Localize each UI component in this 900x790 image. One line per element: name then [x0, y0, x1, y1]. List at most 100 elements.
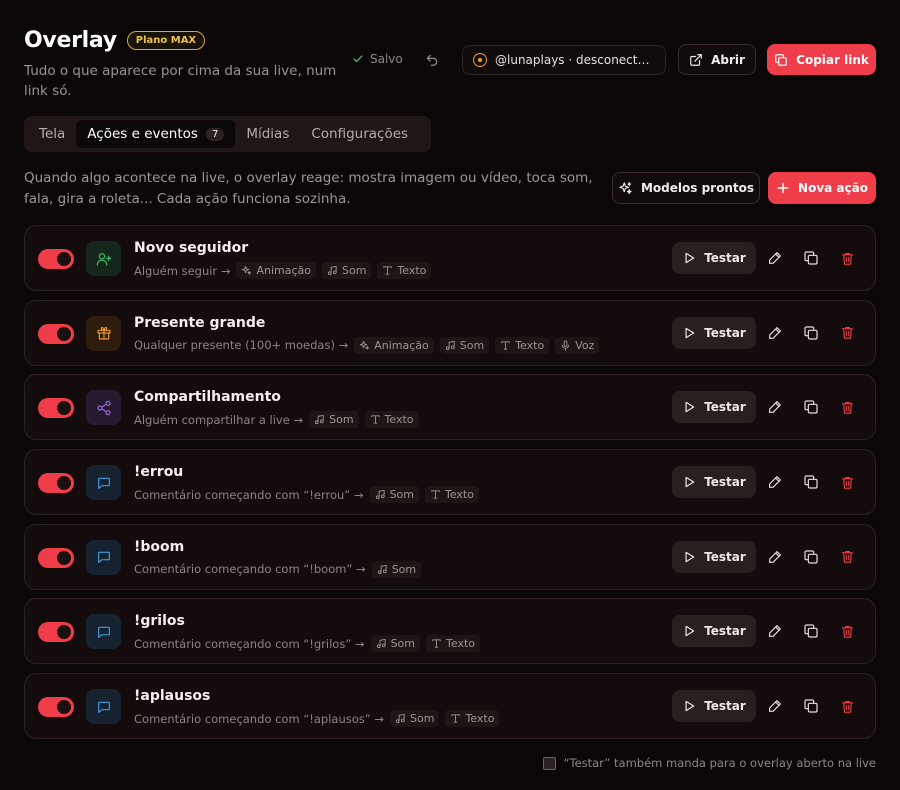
enable-toggle[interactable]: [38, 697, 74, 718]
play-icon: [682, 699, 696, 713]
duplicate-button[interactable]: [801, 472, 821, 492]
edit-button[interactable]: [765, 621, 785, 641]
duplicate-button[interactable]: [801, 547, 821, 567]
trash-icon: [840, 400, 855, 415]
tab-count-badge: 7: [205, 127, 225, 141]
test-option-label: “Testar” também manda para o overlay abe…: [563, 756, 876, 770]
enable-toggle[interactable]: [38, 323, 74, 344]
test-label: Testar: [704, 325, 746, 340]
enable-toggle[interactable]: [38, 622, 74, 643]
tab-label: Mídias: [246, 126, 290, 142]
tab-tela[interactable]: Tela: [28, 120, 76, 148]
copy-icon: [803, 623, 819, 639]
output-chip: Som: [390, 710, 440, 728]
delete-button[interactable]: [837, 472, 857, 492]
test-button[interactable]: Testar: [672, 391, 756, 424]
output-chip: Animação: [354, 336, 434, 354]
duplicate-button[interactable]: [801, 397, 821, 417]
action-trigger-row: Comentário começando com “!grilos” → Som…: [134, 635, 480, 653]
new-action-button[interactable]: Nova ação: [768, 172, 876, 204]
undo-button[interactable]: [422, 50, 442, 70]
output-chip: Som: [309, 411, 359, 429]
templates-button[interactable]: Modelos prontos: [612, 172, 760, 204]
output-chip: Som: [369, 486, 419, 504]
action-title: !boom: [134, 538, 185, 555]
music-icon: [376, 638, 387, 649]
intro-text: Quando algo acontece na live, o overlay …: [24, 170, 593, 207]
edit-button[interactable]: [765, 472, 785, 492]
edit-button[interactable]: [765, 547, 785, 567]
tab-label: Tela: [39, 126, 66, 142]
output-chip: Som: [370, 635, 421, 653]
test-button[interactable]: Testar: [672, 316, 756, 349]
action-card: !errou Comentário começando com “!errou”…: [24, 449, 876, 516]
action-title: !grilos: [134, 613, 185, 630]
copy-icon: [803, 474, 819, 490]
enable-toggle[interactable]: [38, 398, 74, 419]
connection-status[interactable]: @lunaplays · desconectado: [462, 45, 666, 75]
enable-toggle[interactable]: [38, 473, 74, 494]
action-card: Compartilhamento Alguém compartilhar a l…: [24, 374, 876, 441]
duplicate-button[interactable]: [801, 621, 821, 641]
edit-button[interactable]: [765, 696, 785, 716]
delete-button[interactable]: [837, 696, 857, 716]
test-label: Testar: [704, 549, 746, 564]
enable-toggle[interactable]: [38, 547, 74, 568]
trash-icon: [840, 475, 855, 490]
open-button[interactable]: Abrir: [678, 44, 756, 75]
trash-icon: [840, 624, 855, 639]
test-button[interactable]: Testar: [672, 242, 756, 274]
tab-acoes-eventos[interactable]: Ações e eventos 7: [76, 120, 236, 148]
play-icon: [682, 326, 696, 340]
test-label: Testar: [704, 475, 746, 490]
saved-label: Salvo: [370, 52, 403, 66]
output-chip: Som: [439, 336, 490, 354]
plus-icon: [776, 181, 790, 195]
delete-button[interactable]: [837, 621, 857, 641]
copy-icon: [803, 325, 819, 341]
test-button[interactable]: Testar: [672, 615, 756, 648]
duplicate-button[interactable]: [801, 323, 821, 343]
edit-button[interactable]: [765, 323, 785, 343]
title-row: Overlay Plano MAX: [24, 28, 344, 53]
delete-button[interactable]: [837, 248, 857, 268]
chip-label: Animação: [256, 264, 311, 277]
test-button[interactable]: Testar: [672, 540, 756, 573]
test-button[interactable]: Testar: [672, 690, 756, 723]
saved-status: Salvo: [352, 52, 403, 66]
action-trigger: Comentário começando com “!grilos” →: [134, 636, 365, 651]
text-icon: [382, 265, 393, 276]
test-overlay-checkbox[interactable]: [542, 756, 556, 770]
chip-label: Som: [459, 338, 485, 352]
delete-button[interactable]: [837, 547, 857, 567]
pencil-icon: [767, 325, 783, 341]
copy-link-label: Copiar link: [796, 52, 869, 67]
chip-label: Som: [341, 264, 367, 277]
tab-configuracoes[interactable]: Configurações: [300, 120, 419, 148]
chip-label: Som: [389, 488, 414, 502]
enable-toggle[interactable]: [38, 249, 74, 269]
play-icon: [682, 400, 696, 414]
action-trigger-row: Qualquer presente (100+ moedas) → Animaç…: [134, 336, 600, 354]
edit-button[interactable]: [765, 248, 785, 268]
music-icon: [395, 713, 406, 724]
output-chip: Texto: [445, 710, 500, 728]
duplicate-button[interactable]: [801, 248, 821, 268]
music-icon: [375, 489, 386, 500]
tab-midias[interactable]: Mídias: [235, 120, 300, 148]
chip-label: Voz: [575, 338, 595, 352]
chip-label: Texto: [446, 637, 475, 651]
mic-icon: [560, 340, 571, 351]
action-title: Novo seguidor: [134, 240, 249, 256]
delete-button[interactable]: [837, 323, 857, 343]
page-title: Overlay: [24, 28, 117, 53]
plan-badge: Plano MAX: [126, 31, 206, 50]
duplicate-button[interactable]: [801, 696, 821, 716]
action-card: Presente grande Qualquer presente (100+ …: [24, 299, 876, 366]
delete-button[interactable]: [837, 397, 857, 417]
chip-label: Texto: [465, 712, 495, 726]
test-button[interactable]: Testar: [672, 466, 756, 499]
edit-button[interactable]: [765, 397, 785, 417]
copy-link-button[interactable]: Copiar link: [767, 44, 876, 75]
output-chip: Texto: [495, 336, 550, 354]
